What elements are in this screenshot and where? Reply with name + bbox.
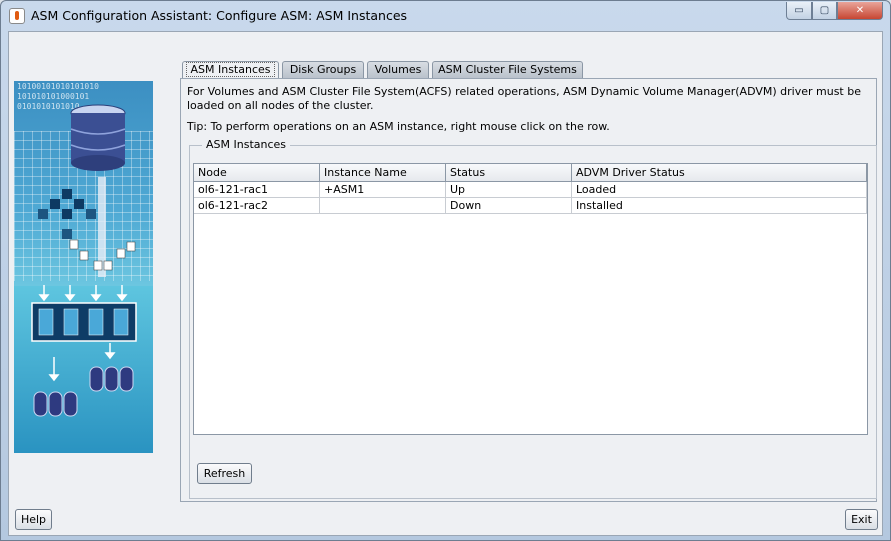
- table-row[interactable]: ol6-121-rac1 +ASM1 Up Loaded: [194, 182, 867, 198]
- asm-instances-group: ASM Instances Node Instance Name Status …: [189, 138, 877, 499]
- cell-node: ol6-121-rac2: [194, 198, 320, 214]
- column-header-advm-driver-status[interactable]: ADVM Driver Status: [572, 164, 867, 182]
- asm-instances-panel: For Volumes and ASM Cluster File System(…: [180, 78, 877, 502]
- tab-disk-groups[interactable]: Disk Groups: [282, 61, 364, 79]
- minimize-button[interactable]: ▭: [786, 2, 812, 20]
- cell-status: Up: [446, 182, 572, 198]
- close-icon: ✕: [855, 5, 865, 16]
- storage-illustration-icon: [31, 104, 137, 417]
- tab-asm-cluster-file-systems[interactable]: ASM Cluster File Systems: [432, 61, 583, 79]
- maximize-button[interactable]: ▢: [812, 2, 837, 20]
- tab-label: Volumes: [374, 63, 422, 76]
- panel-tip: Tip: To perform operations on an ASM ins…: [187, 120, 610, 133]
- title-bar[interactable]: ASM Configuration Assistant: Configure A…: [1, 1, 890, 31]
- group-title: ASM Instances: [202, 138, 291, 151]
- cell-instance-name: +ASM1: [320, 182, 446, 198]
- asm-instances-table[interactable]: Node Instance Name Status ADVM Driver St…: [193, 163, 868, 435]
- side-illustration: 10100101010101010 101010101000101 010101…: [14, 81, 153, 453]
- cell-status: Down: [446, 198, 572, 214]
- table-row[interactable]: ol6-121-rac2 Down Installed: [194, 198, 867, 214]
- maximize-icon: ▢: [819, 5, 830, 16]
- exit-button[interactable]: Exit: [845, 509, 878, 530]
- cell-advm-driver-status: Installed: [572, 198, 867, 214]
- tab-volumes[interactable]: Volumes: [367, 61, 429, 79]
- window-title: ASM Configuration Assistant: Configure A…: [31, 8, 408, 23]
- column-header-node[interactable]: Node: [194, 164, 320, 182]
- help-button[interactable]: Help: [15, 509, 52, 530]
- app-window: ASM Configuration Assistant: Configure A…: [0, 0, 891, 541]
- minimize-icon: ▭: [794, 5, 804, 16]
- tab-label: ASM Instances: [186, 62, 275, 77]
- cell-node: ol6-121-rac1: [194, 182, 320, 198]
- panel-description: For Volumes and ASM Cluster File System(…: [187, 85, 861, 112]
- column-header-instance-name[interactable]: Instance Name: [320, 164, 446, 182]
- cell-advm-driver-status: Loaded: [572, 182, 867, 198]
- client-area: 10100101010101010 101010101000101 010101…: [8, 31, 883, 536]
- close-button[interactable]: ✕: [837, 2, 883, 20]
- tab-label: Disk Groups: [289, 63, 357, 76]
- cell-instance-name: [320, 198, 446, 214]
- java-app-icon: [9, 8, 25, 24]
- tab-label: ASM Cluster File Systems: [438, 63, 577, 76]
- column-header-status[interactable]: Status: [446, 164, 572, 182]
- table-header: Node Instance Name Status ADVM Driver St…: [194, 164, 867, 182]
- refresh-button[interactable]: Refresh: [197, 463, 252, 484]
